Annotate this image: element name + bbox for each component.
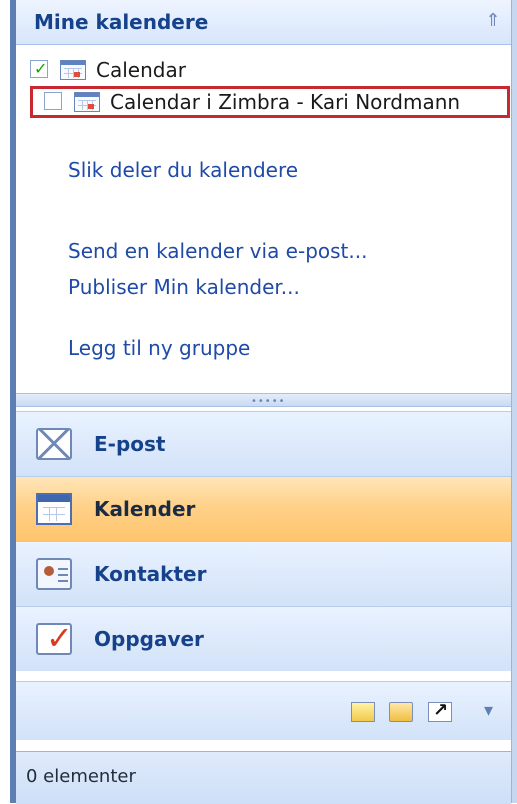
- notes-icon[interactable]: [351, 702, 375, 722]
- calendar-checkbox[interactable]: [44, 92, 62, 110]
- nav-label: E-post: [94, 432, 166, 456]
- calendar-label: Calendar: [96, 58, 186, 82]
- shortcut-icon[interactable]: [428, 700, 452, 722]
- send-calendar-email-link[interactable]: Send en kalender via e-post...: [68, 239, 367, 263]
- folder-icon[interactable]: [389, 702, 413, 722]
- nav-label: Oppgaver: [94, 627, 204, 651]
- calendar-icon: [60, 60, 86, 80]
- navigation-pane: Mine kalendere ⇑ ✓ Calendar Calendar i Z…: [16, 0, 511, 804]
- outlook-navigation-window: Mine kalendere ⇑ ✓ Calendar Calendar i Z…: [0, 0, 517, 804]
- calendar-icon: [74, 92, 100, 112]
- add-new-group-link[interactable]: Legg til ny gruppe: [68, 336, 250, 360]
- nav-label: Kontakter: [94, 562, 207, 586]
- nav-label: Kalender: [94, 497, 196, 521]
- nav-button-email[interactable]: E-post: [16, 411, 511, 476]
- publish-calendar-link[interactable]: Publiser Min kalender...: [68, 275, 300, 299]
- calendar-icon: [36, 493, 72, 525]
- calendar-label: Calendar i Zimbra - Kari Nordmann: [110, 90, 461, 114]
- status-bar: 0 elementer: [16, 751, 511, 804]
- share-calendars-link[interactable]: Slik deler du kalendere: [68, 158, 298, 182]
- item-count: 0 elementer: [26, 766, 136, 787]
- window-right-border: [511, 0, 517, 803]
- mail-icon: [36, 428, 72, 460]
- contacts-icon: [36, 558, 72, 590]
- section-title: Mine kalendere: [34, 10, 209, 34]
- grip-icon: •••••: [251, 396, 286, 407]
- calendar-row-zimbra[interactable]: Calendar i Zimbra - Kari Nordmann: [30, 86, 510, 118]
- check-icon: ✓: [34, 59, 48, 78]
- pane-splitter[interactable]: •••••: [16, 393, 511, 407]
- nav-button-tasks[interactable]: Oppgaver: [16, 606, 511, 671]
- tasks-icon: [36, 619, 73, 657]
- calendar-row-calendar[interactable]: ✓ Calendar: [16, 54, 511, 86]
- nav-button-contacts[interactable]: Kontakter: [16, 541, 511, 606]
- collapse-section-icon[interactable]: ⇑: [482, 10, 504, 32]
- configure-dropdown-icon[interactable]: ▾: [484, 700, 493, 721]
- nav-button-calendar[interactable]: Kalender: [16, 476, 511, 541]
- calendar-checkbox[interactable]: ✓: [30, 60, 48, 78]
- nav-bottom-toolbar: ▾: [16, 681, 511, 740]
- my-calendars-header[interactable]: Mine kalendere ⇑: [16, 0, 511, 45]
